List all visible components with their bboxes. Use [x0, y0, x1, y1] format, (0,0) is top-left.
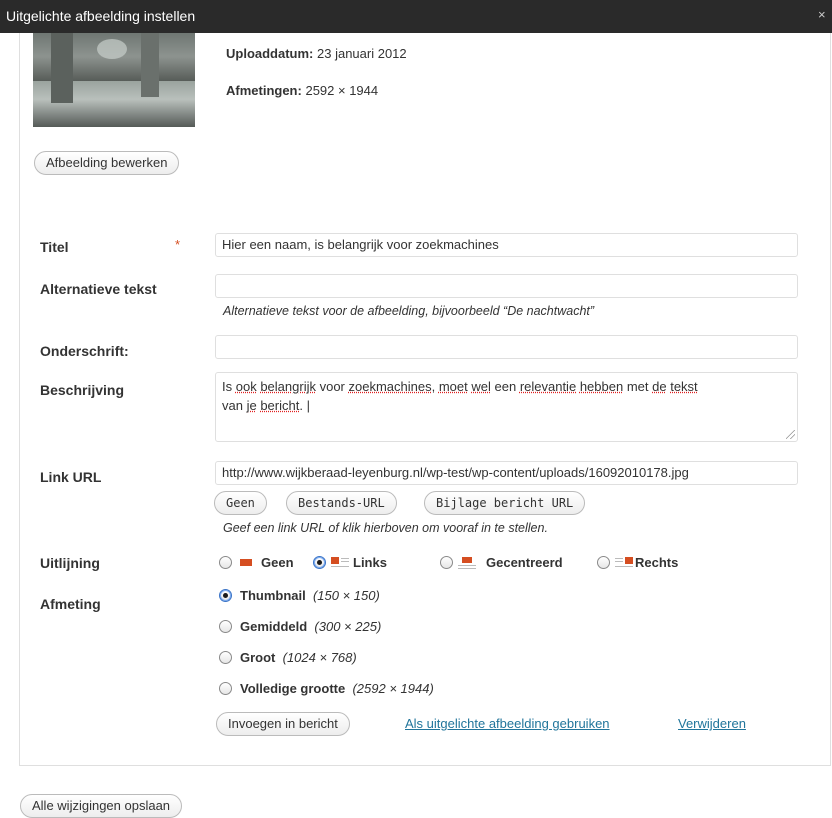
- align-center-radio[interactable]: [440, 556, 453, 569]
- description-line-1: Is ook belangrijk voor zoekmachines, moe…: [222, 379, 698, 394]
- set-featured-image-link[interactable]: Als uitgelichte afbeelding gebruiken: [405, 716, 610, 731]
- size-thumbnail-label: Thumbnail (150 × 150): [240, 588, 380, 603]
- title-input[interactable]: Hier een naam, is belangrijk voor zoekma…: [215, 233, 798, 257]
- align-right-label: Rechts: [635, 555, 679, 570]
- alt-text-label: Alternatieve tekst: [40, 281, 157, 297]
- alt-text-input[interactable]: [215, 274, 798, 298]
- size-medium-label: Gemiddeld (300 × 225): [240, 619, 382, 634]
- align-center-label: Gecentreerd: [486, 555, 563, 570]
- caption-input[interactable]: [215, 335, 798, 359]
- alt-text-help: Alternatieve tekst voor de afbeelding, b…: [223, 304, 595, 318]
- image-dimensions: Afmetingen: 2592 × 1944: [226, 83, 379, 98]
- delete-link[interactable]: Verwijderen: [678, 716, 746, 731]
- alignment-label: Uitlijning: [40, 555, 100, 571]
- link-none-button[interactable]: Geen: [214, 491, 267, 515]
- edit-image-button[interactable]: Afbeelding bewerken: [34, 151, 180, 175]
- align-right-icon: [615, 557, 633, 569]
- align-none-radio[interactable]: [219, 556, 232, 569]
- title-label: Titel: [40, 239, 69, 255]
- size-large-radio[interactable]: [219, 651, 232, 664]
- description-textarea[interactable]: Is ook belangrijk voor zoekmachines, moe…: [215, 372, 798, 442]
- upload-date: Uploaddatum: 23 januari 2012: [226, 46, 407, 61]
- size-large-label: Groot (1024 × 768): [240, 650, 357, 665]
- align-right-radio[interactable]: [597, 556, 610, 569]
- size-label: Afmeting: [40, 596, 101, 612]
- link-attachment-url-button[interactable]: Bijlage bericht URL: [424, 491, 586, 515]
- description-line-2: van je bericht. |: [222, 398, 310, 413]
- insert-into-post-button[interactable]: Invoegen in bericht: [216, 712, 350, 736]
- dialog-title-bar: Uitgelichte afbeelding instellen ×: [0, 0, 832, 33]
- close-icon[interactable]: ×: [818, 0, 832, 33]
- link-url-label: Link URL: [40, 469, 102, 485]
- size-thumbnail-radio[interactable]: [219, 589, 232, 602]
- save-all-changes-button[interactable]: Alle wijzigingen opslaan: [20, 794, 183, 818]
- dialog-title: Uitgelichte afbeelding instellen: [6, 8, 196, 24]
- size-full-radio[interactable]: [219, 682, 232, 695]
- align-none-label: Geen: [261, 555, 294, 570]
- link-file-url-button[interactable]: Bestands-URL: [286, 491, 397, 515]
- size-medium-radio[interactable]: [219, 620, 232, 633]
- align-left-radio[interactable]: [313, 556, 326, 569]
- description-label: Beschrijving: [40, 382, 125, 398]
- resize-grip-icon[interactable]: [786, 430, 795, 439]
- link-url-input[interactable]: http://www.wijkberaad-leyenburg.nl/wp-te…: [215, 461, 798, 485]
- link-url-help: Geef een link URL of klik hierboven om v…: [223, 521, 548, 535]
- align-left-icon: [331, 557, 349, 569]
- align-none-icon: [237, 557, 255, 569]
- caption-label: Onderschrift:: [40, 343, 129, 359]
- align-center-icon: [458, 557, 476, 569]
- size-full-label: Volledige grootte (2592 × 1944): [240, 681, 434, 696]
- align-left-label: Links: [353, 555, 387, 570]
- image-thumbnail: [33, 33, 195, 127]
- required-marker: *: [175, 237, 181, 252]
